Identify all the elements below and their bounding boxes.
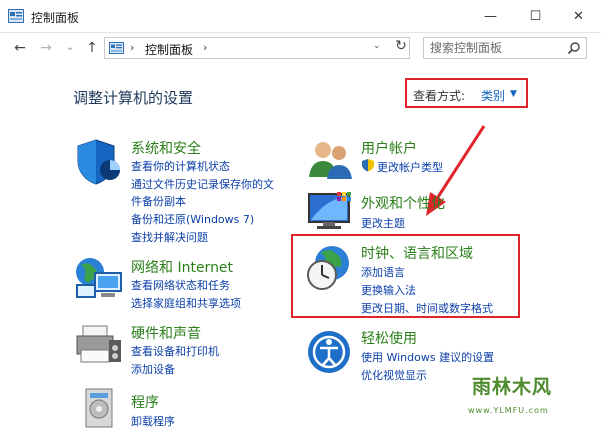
refresh-icon[interactable]: ↻ — [393, 38, 409, 54]
control-panel-app-icon — [8, 9, 24, 23]
title-bar: 控制面板 — ☐ ✕ — [0, 0, 601, 33]
view-by-arrow-icon[interactable]: ▼ — [510, 89, 517, 99]
breadcrumb-control-panel[interactable]: 控制面板 — [145, 41, 193, 58]
link-windows-recommended-settings[interactable]: 使用 Windows 建议的设置 — [361, 349, 494, 365]
uac-shield-icon — [362, 159, 374, 172]
recent-locations-icon[interactable]: ⌄ — [62, 40, 78, 56]
search-box[interactable] — [423, 37, 587, 59]
category-appearance-personalization[interactable]: 外观和个性化 — [361, 193, 445, 213]
link-network-status[interactable]: 查看网络状态和任务 — [131, 277, 230, 293]
link-change-theme[interactable]: 更改主题 — [361, 215, 405, 231]
address-dropdown-icon[interactable]: ⌄ — [373, 41, 381, 51]
link-view-computer-status[interactable]: 查看你的计算机状态 — [131, 158, 230, 174]
category-user-accounts[interactable]: 用户帐户 — [361, 138, 417, 158]
link-devices-printers[interactable]: 查看设备和打印机 — [131, 343, 219, 359]
link-add-device[interactable]: 添加设备 — [131, 361, 175, 377]
category-hardware-sound[interactable]: 硬件和声音 — [131, 323, 201, 343]
printer-icon[interactable] — [73, 322, 125, 368]
forward-arrow-icon[interactable]: → — [38, 40, 54, 56]
window-title: 控制面板 — [31, 11, 80, 25]
user-accounts-icon[interactable] — [305, 137, 355, 181]
link-homegroup[interactable]: 选择家庭组和共享选项 — [131, 295, 241, 311]
category-network-internet[interactable]: 网络和 Internet — [131, 257, 233, 277]
link-change-account-type[interactable]: 更改帐户类型 — [377, 159, 443, 175]
link-change-date-time-format[interactable]: 更改日期、时间或数字格式 — [361, 300, 493, 316]
link-add-language[interactable]: 添加语言 — [361, 264, 405, 280]
minimize-icon: — — [484, 9, 497, 24]
ease-of-access-icon[interactable] — [305, 328, 353, 376]
watermark: 雨林木风 www.YLMFU.com — [460, 366, 601, 431]
control-panel-icon — [109, 42, 124, 54]
link-file-history[interactable]: 通过文件历史记录保存你的文 — [131, 176, 274, 192]
maximize-button[interactable]: ☐ — [513, 0, 558, 33]
watermark-url: www.YLMFU.com — [468, 406, 549, 415]
breadcrumb-separator[interactable]: › — [130, 41, 134, 54]
close-icon: ✕ — [573, 9, 584, 24]
close-button[interactable]: ✕ — [556, 0, 601, 33]
link-backup-restore[interactable]: 备份和还原(Windows 7) — [131, 211, 254, 227]
view-by-label: 查看方式: — [413, 89, 466, 103]
watermark-logo-text: 雨林木风 — [472, 376, 553, 398]
address-field[interactable]: › 控制面板 › — [104, 37, 410, 59]
shield-icon[interactable] — [74, 137, 124, 187]
category-ease-of-access[interactable]: 轻松使用 — [361, 328, 417, 348]
category-system-security[interactable]: 系统和安全 — [131, 138, 201, 158]
maximize-icon: ☐ — [529, 9, 542, 24]
link-optimize-visual-display[interactable]: 优化视觉显示 — [361, 367, 427, 383]
search-input[interactable] — [430, 40, 560, 56]
clock-globe-icon[interactable] — [305, 243, 355, 293]
page-title: 调整计算机的设置 — [73, 89, 194, 107]
minimize-button[interactable]: — — [468, 0, 513, 33]
link-troubleshoot[interactable]: 查找并解决问题 — [131, 229, 208, 245]
link-change-input-method[interactable]: 更换输入法 — [361, 282, 416, 298]
category-programs[interactable]: 程序 — [131, 392, 159, 412]
programs-icon[interactable] — [78, 385, 122, 431]
breadcrumb-separator-2[interactable]: › — [203, 41, 207, 54]
up-arrow-icon[interactable]: ↑ — [84, 40, 100, 56]
link-file-history-cont[interactable]: 件备份副本 — [131, 193, 186, 209]
appearance-icon[interactable] — [305, 190, 357, 232]
search-icon[interactable] — [567, 41, 581, 55]
view-by-dropdown[interactable]: 类别 — [481, 87, 505, 104]
back-arrow-icon[interactable]: ← — [12, 40, 28, 56]
link-uninstall-program[interactable]: 卸载程序 — [131, 413, 175, 429]
category-clock-language-region[interactable]: 时钟、语言和区域 — [361, 243, 473, 263]
network-globe-icon[interactable] — [73, 255, 125, 303]
